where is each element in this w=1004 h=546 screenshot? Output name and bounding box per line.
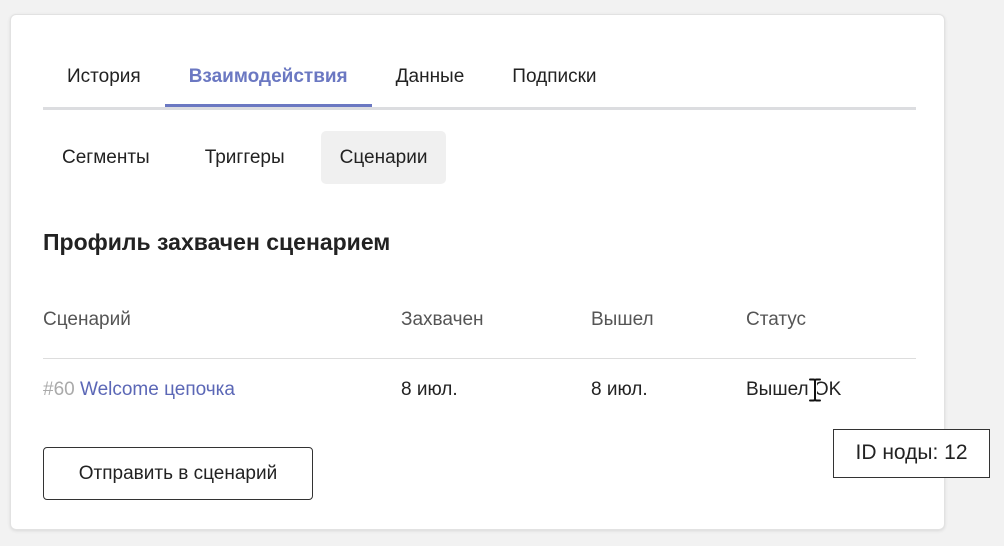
captured-date: 8 июл. — [401, 379, 458, 400]
tab-history[interactable]: История — [43, 55, 165, 107]
subtab-segments[interactable]: Сегменты — [43, 131, 169, 184]
main-tabs: История Взаимодействия Данные Подписки — [43, 55, 916, 110]
scenario-table: Сценарий Захвачен Вышел Статус #60 Welco… — [43, 299, 916, 419]
header-exited: Вышел — [591, 309, 654, 330]
text-cursor-icon — [808, 378, 822, 402]
send-to-scenario-button[interactable]: Отправить в сценарий — [43, 447, 313, 500]
table-header: Сценарий Захвачен Вышел Статус — [43, 299, 916, 359]
table-row: #60 Welcome цепочка 8 июл. 8 июл. Вышел … — [43, 359, 916, 419]
section-title: Профиль захвачен сценарием — [43, 229, 391, 255]
status-text: Вышел OK — [746, 379, 842, 400]
sub-tabs: Сегменты Триггеры Сценарии — [43, 131, 463, 184]
scenario-link[interactable]: Welcome цепочка — [80, 379, 235, 400]
header-status: Статус — [746, 309, 807, 330]
header-scenario: Сценарий — [43, 309, 131, 330]
profile-card: История Взаимодействия Данные Подписки С… — [10, 14, 945, 530]
tab-subscriptions[interactable]: Подписки — [488, 55, 620, 107]
node-id-tooltip: ID ноды: 12 — [833, 429, 990, 478]
tab-data[interactable]: Данные — [372, 55, 489, 107]
scenario-id: #60 — [43, 379, 75, 400]
subtab-scenarios[interactable]: Сценарии — [320, 131, 447, 184]
scenario-cell: #60 Welcome цепочка — [43, 379, 235, 401]
subtab-triggers[interactable]: Триггеры — [186, 131, 304, 184]
header-captured: Захвачен — [401, 309, 484, 330]
exited-date: 8 июл. — [591, 379, 648, 400]
tab-interactions[interactable]: Взаимодействия — [164, 55, 372, 107]
